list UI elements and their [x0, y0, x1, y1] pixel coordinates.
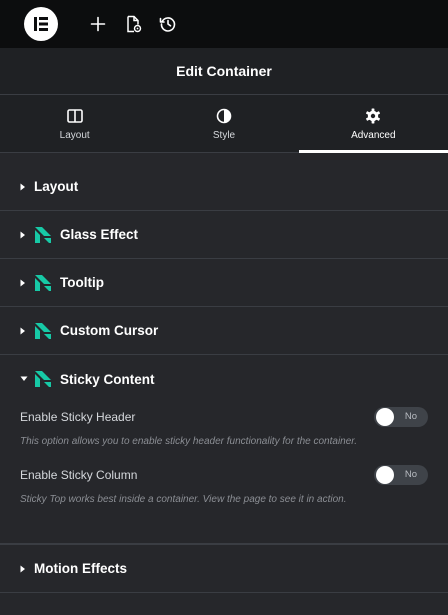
toggle-knob [376, 408, 394, 426]
sticky-column-toggle[interactable]: No [374, 465, 428, 485]
half-circle-icon [216, 107, 232, 125]
tab-style[interactable]: Style [149, 95, 298, 152]
page-settings-icon[interactable] [122, 13, 144, 35]
tab-advanced-label: Advanced [351, 129, 396, 141]
editor-tabs: Layout Style Advanced [0, 95, 448, 153]
section-motion-effects[interactable]: Motion Effects [0, 545, 448, 593]
addon-logo-icon [34, 274, 52, 292]
columns-icon [66, 107, 83, 125]
toggle-state-label: No [404, 411, 417, 422]
section-cursor-title: Custom Cursor [60, 323, 159, 338]
sticky-header-label: Enable Sticky Header [20, 410, 136, 424]
section-glass-title: Glass Effect [60, 227, 139, 242]
history-icon[interactable] [157, 13, 179, 35]
section-tooltip[interactable]: Tooltip [0, 259, 448, 307]
addon-logo-icon [34, 322, 52, 340]
tab-layout-label: Layout [59, 129, 90, 141]
sticky-header-row: Enable Sticky Header No [20, 403, 428, 431]
sticky-column-row: Enable Sticky Column No [20, 461, 428, 489]
tab-style-label: Style [212, 129, 236, 141]
add-element-icon[interactable] [87, 13, 109, 35]
elementor-logo-icon[interactable] [24, 7, 58, 41]
gear-icon [365, 107, 381, 125]
tab-advanced[interactable]: Advanced [298, 95, 448, 153]
toggle-knob [376, 466, 394, 484]
section-layout[interactable]: Layout [0, 163, 448, 211]
section-motion-title: Motion Effects [34, 561, 127, 576]
panel-title: Edit Container [0, 48, 448, 95]
section-sticky-title: Sticky Content [60, 371, 155, 387]
toggle-state-label: No [404, 469, 417, 480]
caret-down-icon [20, 376, 30, 382]
sticky-header-description: This option allows you to enable sticky … [20, 436, 358, 447]
tabs-gap [0, 153, 448, 163]
addon-logo-icon [34, 226, 52, 244]
caret-right-icon [20, 279, 30, 287]
caret-right-icon [20, 565, 30, 573]
section-sticky-content[interactable]: Sticky Content [0, 355, 448, 403]
section-custom-cursor[interactable]: Custom Cursor [0, 307, 448, 355]
caret-right-icon [20, 183, 30, 191]
addon-logo-icon [34, 370, 52, 388]
section-layout-title: Layout [34, 179, 79, 194]
sticky-content-panel: Enable Sticky Header No This option allo… [0, 403, 448, 543]
top-toolbar [0, 0, 448, 48]
tab-layout[interactable]: Layout [0, 95, 149, 152]
section-tooltip-title: Tooltip [60, 275, 104, 290]
section-glass-effect[interactable]: Glass Effect [0, 211, 448, 259]
sticky-header-toggle[interactable]: No [374, 407, 428, 427]
sticky-column-description: Sticky Top works best inside a container… [20, 494, 347, 505]
caret-right-icon [20, 327, 30, 335]
caret-right-icon [20, 231, 30, 239]
sticky-column-label: Enable Sticky Column [20, 468, 138, 482]
